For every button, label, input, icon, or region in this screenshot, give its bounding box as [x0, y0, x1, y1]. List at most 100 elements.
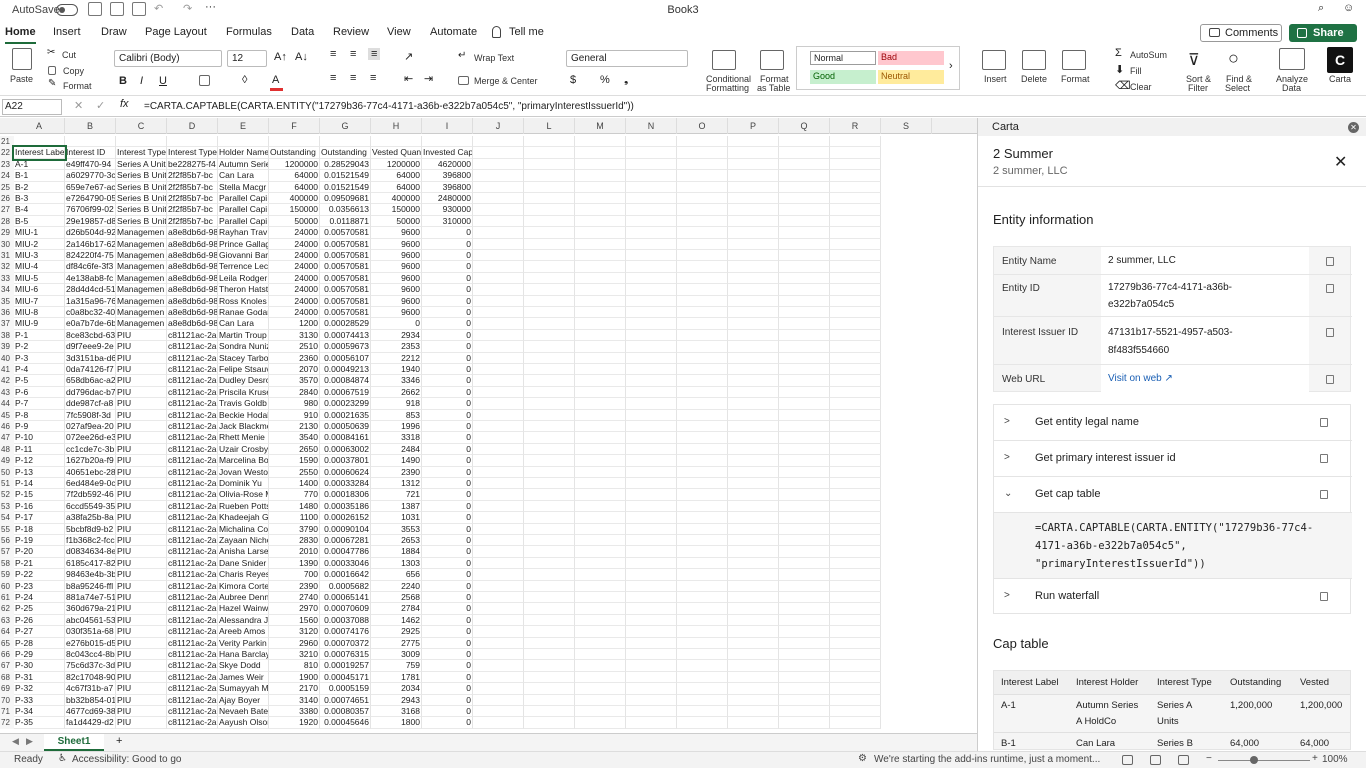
- table-cell[interactable]: [779, 307, 830, 319]
- table-cell[interactable]: P-26: [14, 614, 65, 627]
- row-header[interactable]: 27: [0, 204, 14, 216]
- column-header[interactable]: F: [269, 118, 320, 134]
- table-cell[interactable]: PIU: [116, 443, 167, 456]
- table-cell[interactable]: [728, 375, 779, 387]
- table-cell[interactable]: [728, 307, 779, 319]
- table-cell[interactable]: [575, 398, 626, 410]
- table-cell[interactable]: c81121ac-2a: [167, 432, 218, 444]
- table-cell[interactable]: 1200: [269, 318, 320, 330]
- table-cell[interactable]: [473, 341, 524, 353]
- table-cell[interactable]: [677, 181, 728, 193]
- table-cell[interactable]: 0: [422, 500, 473, 513]
- format-painter-button[interactable]: Format: [63, 81, 92, 91]
- table-cell[interactable]: 24000: [269, 238, 320, 250]
- table-cell[interactable]: 2934: [371, 329, 422, 342]
- table-cell[interactable]: [473, 261, 524, 273]
- table-cell[interactable]: [779, 147, 830, 159]
- table-cell[interactable]: B-5: [14, 215, 65, 228]
- table-cell[interactable]: [779, 284, 830, 296]
- table-cell[interactable]: [575, 637, 626, 649]
- table-cell[interactable]: a8e8db6d-98: [167, 318, 218, 330]
- table-cell[interactable]: Anisha Larse: [218, 546, 269, 558]
- table-cell[interactable]: 0: [422, 238, 473, 250]
- cut-icon[interactable]: ✂: [47, 47, 55, 58]
- action-run-waterfall[interactable]: > Run waterfall: [994, 579, 1352, 615]
- table-cell[interactable]: 9600: [371, 295, 422, 307]
- table-cell[interactable]: e276b015-d5: [65, 637, 116, 649]
- table-cell[interactable]: [626, 512, 677, 524]
- table-cell[interactable]: [779, 398, 830, 410]
- table-cell[interactable]: c81121ac-2a: [167, 341, 218, 353]
- row-header[interactable]: 68: [0, 671, 14, 684]
- table-cell[interactable]: PIU: [116, 466, 167, 478]
- table-cell[interactable]: James Weir: [218, 671, 269, 684]
- table-cell[interactable]: PIU: [116, 626, 167, 638]
- clear-icon[interactable]: ⌫: [1115, 79, 1131, 92]
- table-cell[interactable]: [728, 147, 779, 159]
- table-cell[interactable]: [728, 694, 779, 706]
- table-cell[interactable]: Dominik Yu: [218, 478, 269, 490]
- row-header[interactable]: 47: [0, 432, 14, 444]
- table-cell[interactable]: 656: [371, 569, 422, 581]
- table-cell[interactable]: 82c17048-90: [65, 671, 116, 684]
- copy-icon[interactable]: [1326, 257, 1334, 266]
- table-cell[interactable]: [626, 443, 677, 456]
- align-left-icon[interactable]: ≡: [330, 72, 336, 84]
- table-cell[interactable]: [575, 683, 626, 695]
- table-cell[interactable]: PIU: [116, 398, 167, 410]
- table-cell[interactable]: [473, 694, 524, 706]
- table-cell[interactable]: PIU: [116, 455, 167, 467]
- table-cell[interactable]: MIU-5: [14, 272, 65, 285]
- sheet-tab-sheet1[interactable]: Sheet1: [44, 734, 104, 751]
- table-cell[interactable]: [626, 307, 677, 319]
- table-cell[interactable]: [677, 170, 728, 182]
- table-cell[interactable]: [626, 261, 677, 273]
- table-cell[interactable]: 770: [269, 489, 320, 501]
- table-cell[interactable]: [728, 478, 779, 490]
- fill-icon[interactable]: ⬇: [1115, 63, 1124, 76]
- table-cell[interactable]: 6ccd5549-35: [65, 500, 116, 513]
- table-cell[interactable]: 0: [422, 227, 473, 239]
- table-cell[interactable]: [524, 614, 575, 627]
- table-cell[interactable]: [524, 592, 575, 604]
- table-cell[interactable]: 2568: [371, 592, 422, 604]
- table-cell[interactable]: [830, 569, 881, 581]
- table-cell[interactable]: [677, 649, 728, 661]
- table-cell[interactable]: c81121ac-2a: [167, 546, 218, 558]
- table-cell[interactable]: d0834634-8e: [65, 546, 116, 558]
- table-cell[interactable]: 9600: [371, 227, 422, 239]
- table-cell[interactable]: [524, 603, 575, 615]
- cap-table-formula[interactable]: =CARTA.CAPTABLE(CARTA.ENTITY("17279b36-7…: [994, 513, 1352, 579]
- table-cell[interactable]: [677, 455, 728, 467]
- table-cell[interactable]: [626, 238, 677, 250]
- table-cell[interactable]: 0: [422, 398, 473, 410]
- table-cell[interactable]: [677, 717, 728, 729]
- table-cell[interactable]: 7f2db592-46: [65, 489, 116, 501]
- table-cell[interactable]: [779, 272, 830, 285]
- row-header[interactable]: 35: [0, 295, 14, 307]
- table-cell[interactable]: [575, 466, 626, 478]
- table-cell[interactable]: [677, 375, 728, 387]
- style-bad[interactable]: Bad: [878, 51, 944, 65]
- table-cell[interactable]: [728, 637, 779, 649]
- table-cell[interactable]: 072ee26d-e3: [65, 432, 116, 444]
- table-cell[interactable]: [575, 250, 626, 262]
- table-cell[interactable]: [677, 660, 728, 672]
- row-header[interactable]: 42: [0, 375, 14, 387]
- table-cell[interactable]: [677, 466, 728, 478]
- table-cell[interactable]: [575, 614, 626, 627]
- table-cell[interactable]: Series B Unit: [116, 204, 167, 216]
- row-header[interactable]: 66: [0, 649, 14, 661]
- table-cell[interactable]: 3346: [371, 375, 422, 387]
- table-cell[interactable]: [473, 318, 524, 330]
- table-cell[interactable]: 24000: [269, 307, 320, 319]
- table-cell[interactable]: [626, 398, 677, 410]
- find-select-icon[interactable]: ○: [1228, 48, 1239, 69]
- column-header[interactable]: C: [116, 118, 167, 134]
- table-cell[interactable]: [524, 409, 575, 421]
- table-cell[interactable]: [473, 238, 524, 250]
- table-cell[interactable]: [728, 409, 779, 421]
- table-cell[interactable]: P-21: [14, 557, 65, 570]
- table-cell[interactable]: [830, 592, 881, 604]
- table-cell[interactable]: [728, 421, 779, 433]
